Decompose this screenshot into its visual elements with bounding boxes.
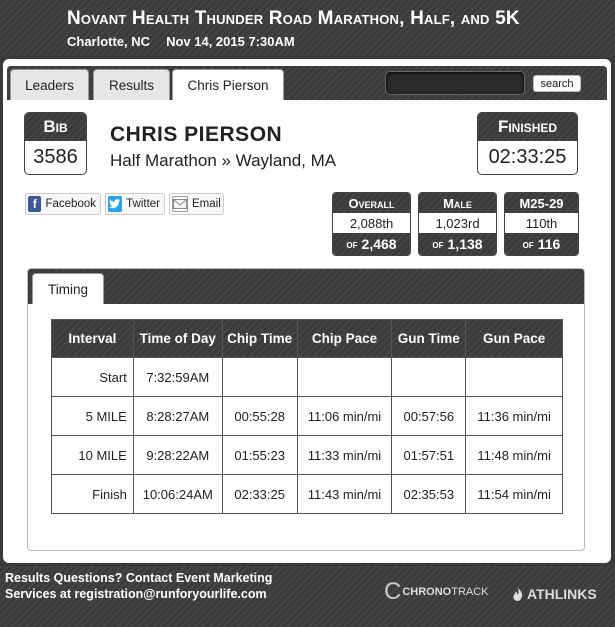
tab-runner[interactable]: Chris Pierson bbox=[172, 69, 284, 100]
event-title: Novant Health Thunder Road Marathon, Hal… bbox=[67, 8, 520, 29]
bib-label: Bib bbox=[25, 113, 86, 141]
rank-division-total: of 116 bbox=[505, 233, 578, 255]
tab-bar: Leaders Results Chris Pierson search bbox=[7, 66, 607, 100]
facebook-icon: f bbox=[28, 196, 42, 212]
rank-division: M25-29 110th of 116 bbox=[504, 192, 579, 256]
timing-section: Timing Interval Time of Day Chip Time Ch… bbox=[27, 268, 585, 551]
rank-division-place: 110th bbox=[505, 213, 578, 233]
splits-header-row: Interval Time of Day Chip Time Chip Pace… bbox=[51, 319, 563, 358]
gun-pace-cell: 11:54 min/mi bbox=[465, 474, 563, 514]
rank-gender-place: 1,023rd bbox=[419, 213, 496, 233]
chronotrack-icon: C bbox=[384, 578, 402, 605]
search-input[interactable] bbox=[385, 71, 525, 95]
column-header: Chip Time bbox=[221, 319, 298, 358]
time-of-day-cell: 7:32:59AM bbox=[132, 357, 223, 397]
interval-cell: 5 MILE bbox=[51, 396, 134, 436]
twitter-button[interactable]: Twitter bbox=[105, 193, 165, 215]
table-row: Start 7:32:59AM bbox=[51, 357, 563, 397]
rank-overall-total: of 2,468 bbox=[333, 233, 410, 255]
facebook-label: Facebook bbox=[45, 198, 96, 210]
splits-table: Interval Time of Day Chip Time Chip Pace… bbox=[51, 319, 563, 514]
rank-overall-label: Overall bbox=[333, 193, 410, 213]
finish-time: 02:33:25 bbox=[488, 145, 567, 168]
timing-tab-bar: Timing bbox=[28, 269, 584, 304]
gun-time-cell bbox=[391, 357, 467, 397]
event-header: Novant Health Thunder Road Marathon, Hal… bbox=[0, 0, 615, 56]
email-button[interactable]: Email bbox=[169, 193, 224, 215]
chip-pace-cell: 11:33 min/mi bbox=[296, 435, 393, 475]
twitter-icon bbox=[108, 196, 123, 212]
contact-text: Results Questions? Contact Event Marketi… bbox=[5, 570, 272, 602]
column-header: Chip Pace bbox=[296, 319, 393, 358]
rank-gender: Male 1,023rd of 1,138 bbox=[418, 192, 497, 256]
gun-time-cell: 01:57:51 bbox=[391, 435, 467, 475]
gun-pace-cell: 11:36 min/mi bbox=[465, 396, 563, 436]
column-header: Interval bbox=[51, 319, 134, 358]
table-row: Finish 10:06:24AM 02:33:25 11:43 min/mi … bbox=[51, 474, 563, 514]
rank-gender-label: Male bbox=[419, 193, 496, 213]
event-subtitle: Charlotte, NC Nov 14, 2015 7:30AM bbox=[67, 34, 311, 49]
rank-overall-place: 2,088th bbox=[333, 213, 410, 233]
finished-label: Finished bbox=[478, 113, 577, 141]
event-datetime: Nov 14, 2015 7:30AM bbox=[166, 34, 295, 49]
interval-cell: Finish bbox=[51, 474, 134, 514]
search-button[interactable]: search bbox=[533, 75, 581, 92]
page-footer: Results Questions? Contact Event Marketi… bbox=[0, 566, 615, 627]
gun-time-cell: 02:35:53 bbox=[391, 474, 467, 514]
contact-line-1: Results Questions? Contact Event Marketi… bbox=[5, 571, 273, 585]
gun-time-cell: 00:57:56 bbox=[391, 396, 467, 436]
table-row: 5 MILE 8:28:27AM 00:55:28 11:06 min/mi 0… bbox=[51, 396, 563, 436]
column-header: Gun Time bbox=[391, 319, 467, 358]
gun-pace-cell: 11:48 min/mi bbox=[465, 435, 563, 475]
time-of-day-cell: 8:28:27AM bbox=[132, 396, 223, 436]
chip-pace-cell bbox=[296, 357, 393, 397]
bib-number: 3586 bbox=[33, 145, 78, 168]
chip-pace-cell: 11:43 min/mi bbox=[296, 474, 393, 514]
flame-icon bbox=[513, 587, 523, 601]
tab-timing[interactable]: Timing bbox=[32, 273, 104, 304]
facebook-button[interactable]: f Facebook bbox=[25, 193, 101, 215]
email-label: Email bbox=[192, 198, 221, 210]
chip-time-cell bbox=[221, 357, 298, 397]
time-of-day-cell: 10:06:24AM bbox=[132, 474, 223, 514]
athlinks-logo[interactable]: ATHLINKS bbox=[512, 586, 597, 602]
rank-division-label: M25-29 bbox=[505, 193, 578, 213]
interval-cell: Start bbox=[51, 357, 134, 397]
chip-pace-cell: 11:06 min/mi bbox=[296, 396, 393, 436]
chronotrack-logo[interactable]: C CHRONO TRACK bbox=[384, 578, 489, 605]
time-of-day-cell: 9:28:22AM bbox=[132, 435, 223, 475]
bib-badge: Bib 3586 bbox=[24, 112, 87, 175]
column-header: Time of Day bbox=[132, 319, 223, 358]
rank-gender-total: of 1,138 bbox=[419, 233, 496, 255]
email-icon bbox=[172, 196, 188, 212]
tab-results[interactable]: Results bbox=[93, 69, 170, 100]
interval-cell: 10 MILE bbox=[51, 435, 134, 475]
twitter-label: Twitter bbox=[126, 198, 160, 210]
gun-pace-cell bbox=[465, 357, 563, 397]
contact-line-2[interactable]: Services at registration@runforyourlife.… bbox=[5, 586, 272, 602]
runner-name: CHRIS PIERSON bbox=[110, 123, 283, 146]
table-row: 10 MILE 9:28:22AM 01:55:23 11:33 min/mi … bbox=[51, 435, 563, 475]
chip-time-cell: 02:33:25 bbox=[221, 474, 298, 514]
rank-overall: Overall 2,088th of 2,468 bbox=[332, 192, 411, 256]
results-panel: Leaders Results Chris Pierson search Bib… bbox=[3, 59, 611, 563]
runner-race-line: Half Marathon » Wayland, MA bbox=[110, 151, 337, 170]
chip-time-cell: 01:55:23 bbox=[221, 435, 298, 475]
chip-time-cell: 00:55:28 bbox=[221, 396, 298, 436]
finished-badge: Finished 02:33:25 bbox=[477, 112, 578, 175]
tab-leaders[interactable]: Leaders bbox=[10, 69, 89, 100]
column-header: Gun Pace bbox=[465, 319, 563, 358]
event-location: Charlotte, NC bbox=[67, 34, 151, 49]
